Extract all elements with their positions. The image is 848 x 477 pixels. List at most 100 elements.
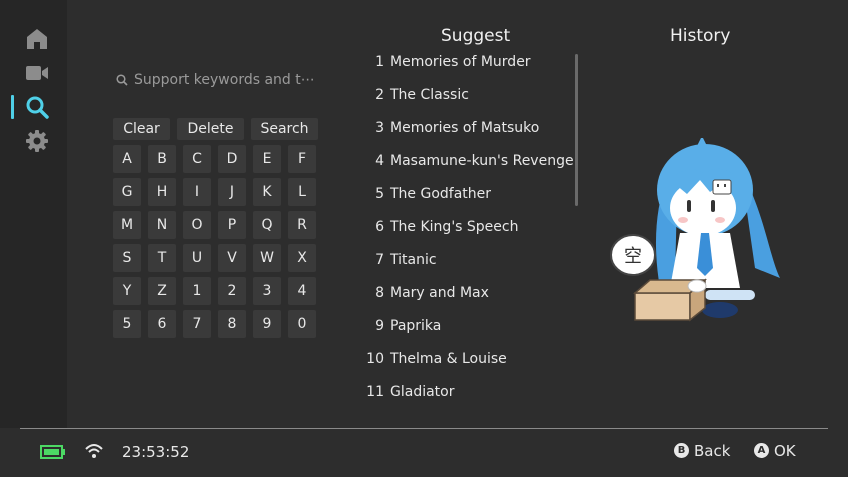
key-u[interactable]: U xyxy=(183,244,211,272)
key-o[interactable]: O xyxy=(183,211,211,239)
home-icon xyxy=(27,29,47,49)
suggest-title: Suggest xyxy=(441,26,511,46)
suggest-item[interactable]: 4 Masamune-kun's Revenge xyxy=(360,153,574,175)
nav-active-indicator xyxy=(11,95,14,119)
key-4[interactable]: 4 xyxy=(288,277,316,305)
suggest-item[interactable]: 11 Gladiator xyxy=(360,384,454,406)
battery-icon xyxy=(40,445,65,459)
suggest-item[interactable]: 7 Titanic xyxy=(360,252,437,274)
empty-history-bubble-text: 空 xyxy=(624,246,642,267)
suggest-item-number: 11 xyxy=(366,384,384,400)
suggest-item[interactable]: 10 Thelma & Louise xyxy=(360,351,507,373)
suggest-item-number: 3 xyxy=(375,120,384,136)
search-button[interactable]: Search xyxy=(251,118,318,140)
key-k[interactable]: K xyxy=(253,178,281,206)
clear-button[interactable]: Clear xyxy=(113,118,170,140)
suggest-item[interactable]: 8 Mary and Max xyxy=(360,285,489,307)
key-3[interactable]: 3 xyxy=(253,277,281,305)
suggest-item[interactable]: 3 Memories of Matsuko xyxy=(360,120,539,142)
suggest-item[interactable]: 1 Memories of Murder xyxy=(360,54,531,76)
suggest-scrollbar[interactable] xyxy=(575,54,578,206)
key-w[interactable]: W xyxy=(253,244,281,272)
suggest-item-title: Thelma & Louise xyxy=(390,351,507,367)
back-label: Back xyxy=(694,442,731,460)
suggest-item-number: 7 xyxy=(375,252,384,268)
key-q[interactable]: Q xyxy=(253,211,281,239)
clock-time: 23:53:52 xyxy=(122,443,190,461)
key-z[interactable]: Z xyxy=(148,277,176,305)
key-1[interactable]: 1 xyxy=(183,277,211,305)
key-7[interactable]: 7 xyxy=(183,310,211,338)
video-icon xyxy=(26,66,48,80)
footer-bar: 23:53:52 B Back A OK xyxy=(0,429,848,477)
suggest-item-title: Titanic xyxy=(390,252,437,268)
key-y[interactable]: Y xyxy=(113,277,141,305)
key-m[interactable]: M xyxy=(113,211,141,239)
suggest-item-title: Paprika xyxy=(390,318,442,334)
key-e[interactable]: E xyxy=(253,145,281,173)
key-t[interactable]: T xyxy=(148,244,176,272)
back-button[interactable]: B Back xyxy=(674,440,730,462)
key-f[interactable]: F xyxy=(288,145,316,173)
suggest-item-title: Gladiator xyxy=(390,384,455,400)
key-2[interactable]: 2 xyxy=(218,277,246,305)
key-i[interactable]: I xyxy=(183,178,211,206)
key-9[interactable]: 9 xyxy=(253,310,281,338)
suggest-item-number: 2 xyxy=(375,87,384,103)
empty-history-mascot-illustration: 空 xyxy=(610,138,780,322)
suggest-item[interactable]: 6 The King's Speech xyxy=(360,219,518,241)
suggest-item-number: 6 xyxy=(375,219,384,235)
history-title: History xyxy=(670,26,731,46)
nav-home[interactable] xyxy=(24,26,50,52)
suggest-item[interactable]: 9 Paprika xyxy=(360,318,441,340)
key-l[interactable]: L xyxy=(288,178,316,206)
delete-button[interactable]: Delete xyxy=(177,118,244,140)
suggest-item-number: 9 xyxy=(375,318,384,334)
suggest-item-number: 4 xyxy=(375,153,384,169)
key-8[interactable]: 8 xyxy=(218,310,246,338)
sidebar xyxy=(0,0,67,428)
nav-search[interactable] xyxy=(24,94,50,120)
key-j[interactable]: J xyxy=(218,178,246,206)
key-g[interactable]: G xyxy=(113,178,141,206)
key-p[interactable]: P xyxy=(218,211,246,239)
search-icon xyxy=(26,96,49,119)
suggest-item-title: Mary and Max xyxy=(390,285,489,301)
suggest-item-title: Memories of Murder xyxy=(390,54,531,70)
suggest-item[interactable]: 2 The Classic xyxy=(360,87,469,109)
suggest-item-number: 8 xyxy=(375,285,384,301)
a-button-icon: A xyxy=(754,443,769,458)
b-button-icon: B xyxy=(674,443,689,458)
wifi-icon xyxy=(85,444,103,458)
search-input[interactable]: Support keywords and t⋯ xyxy=(116,70,316,92)
key-5[interactable]: 5 xyxy=(113,310,141,338)
key-0[interactable]: 0 xyxy=(288,310,316,338)
key-v[interactable]: V xyxy=(218,244,246,272)
nav-settings[interactable] xyxy=(24,128,50,154)
ok-button[interactable]: A OK xyxy=(754,440,796,462)
suggest-item-title: Memories of Matsuko xyxy=(390,120,540,136)
key-r[interactable]: R xyxy=(288,211,316,239)
nav-video[interactable] xyxy=(24,60,50,86)
suggest-item-number: 5 xyxy=(375,186,384,202)
key-c[interactable]: C xyxy=(183,145,211,173)
search-icon xyxy=(116,74,128,86)
key-6[interactable]: 6 xyxy=(148,310,176,338)
key-b[interactable]: B xyxy=(148,145,176,173)
suggest-item[interactable]: 5 The Godfather xyxy=(360,186,491,208)
suggest-item-number: 1 xyxy=(375,54,384,70)
suggest-item-title: Masamune-kun's Revenge xyxy=(390,153,574,169)
key-a[interactable]: A xyxy=(113,145,141,173)
suggest-item-title: The Godfather xyxy=(390,186,492,202)
key-h[interactable]: H xyxy=(148,178,176,206)
search-placeholder: Support keywords and t⋯ xyxy=(134,72,315,88)
key-d[interactable]: D xyxy=(218,145,246,173)
ok-label: OK xyxy=(774,442,796,460)
key-s[interactable]: S xyxy=(113,244,141,272)
gear-icon xyxy=(26,130,48,152)
key-n[interactable]: N xyxy=(148,211,176,239)
key-x[interactable]: X xyxy=(288,244,316,272)
suggest-item-title: The Classic xyxy=(390,87,469,103)
suggest-item-title: The King's Speech xyxy=(390,219,519,235)
suggest-item-number: 10 xyxy=(366,351,384,367)
